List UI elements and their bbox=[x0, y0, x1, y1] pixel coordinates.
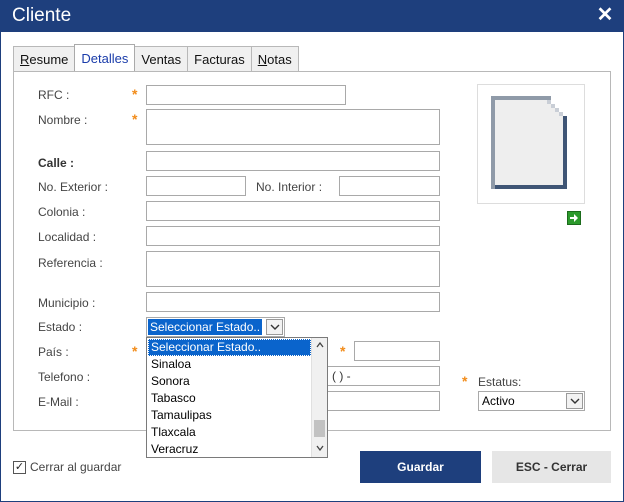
required-mark: * bbox=[340, 343, 346, 359]
localidad-label: Localidad : bbox=[38, 230, 97, 244]
estatus-selected-value: Activo bbox=[482, 394, 515, 408]
telefono-input[interactable]: ( ) - bbox=[328, 366, 440, 386]
telefono-label: Telefono : bbox=[38, 370, 91, 384]
municipio-label: Municipio : bbox=[38, 296, 96, 310]
required-mark: * bbox=[462, 373, 468, 389]
scrollbar-thumb[interactable] bbox=[314, 420, 325, 437]
rfc-input[interactable] bbox=[146, 85, 346, 105]
list-item[interactable]: Seleccionar Estado.. bbox=[148, 339, 311, 356]
estatus-select[interactable]: Activo bbox=[478, 391, 585, 411]
title-bar: Cliente ✕ bbox=[0, 0, 624, 32]
tab-detalles[interactable]: Detalles bbox=[74, 44, 136, 71]
calle-label: Calle : bbox=[38, 156, 75, 170]
tab-notas[interactable]: Notas bbox=[250, 46, 299, 71]
chevron-down-icon[interactable] bbox=[312, 441, 328, 457]
no-interior-label: No. Interior : bbox=[256, 180, 323, 194]
pais-label: País : bbox=[38, 345, 69, 359]
rfc-label: RFC : bbox=[38, 88, 70, 102]
list-item[interactable]: Tlaxcala bbox=[148, 424, 311, 441]
colonia-input[interactable] bbox=[146, 201, 440, 221]
cp-input[interactable] bbox=[354, 341, 440, 361]
save-button[interactable]: Guardar bbox=[360, 451, 481, 483]
tab-ventas[interactable]: Ventas bbox=[134, 46, 189, 71]
list-item[interactable]: Tamaulipas bbox=[148, 407, 311, 424]
close-on-save-checkbox[interactable]: ✓ bbox=[13, 461, 26, 474]
no-exterior-input[interactable] bbox=[146, 176, 246, 196]
municipio-input[interactable] bbox=[146, 292, 440, 312]
chevron-up-icon[interactable] bbox=[312, 338, 328, 354]
estado-label: Estado : bbox=[38, 320, 83, 334]
nombre-input[interactable] bbox=[146, 109, 440, 145]
list-item[interactable]: Sonora bbox=[148, 373, 311, 390]
nombre-label: Nombre : bbox=[38, 113, 88, 127]
tab-bar: Resume Detalles Ventas Facturas Notas bbox=[13, 44, 299, 72]
referencia-input[interactable] bbox=[146, 251, 440, 287]
document-placeholder-icon bbox=[491, 96, 567, 189]
chevron-down-icon[interactable] bbox=[566, 393, 583, 409]
required-mark: * bbox=[132, 343, 138, 359]
colonia-label: Colonia : bbox=[38, 205, 86, 219]
estatus-label: Estatus: bbox=[478, 375, 522, 389]
list-item[interactable]: Tabasco bbox=[148, 390, 311, 407]
phone-mask: ( ) - bbox=[332, 369, 351, 383]
no-interior-input[interactable] bbox=[339, 176, 440, 196]
cancel-button[interactable]: ESC - Cerrar bbox=[492, 451, 611, 483]
close-icon[interactable]: ✕ bbox=[594, 3, 616, 27]
tab-facturas[interactable]: Facturas bbox=[187, 46, 252, 71]
email-input[interactable] bbox=[328, 391, 440, 411]
close-on-save-label: Cerrar al guardar bbox=[30, 460, 122, 474]
estado-select[interactable]: Seleccionar Estado.. bbox=[146, 317, 285, 337]
tab-resume[interactable]: Resume bbox=[13, 46, 76, 71]
photo-frame[interactable] bbox=[477, 84, 585, 204]
email-label: E-Mail : bbox=[38, 395, 79, 409]
list-item[interactable]: Sinaloa bbox=[148, 356, 311, 373]
window-title: Cliente bbox=[12, 5, 72, 26]
list-item[interactable]: Veracruz bbox=[148, 441, 311, 458]
estado-dropdown-list: Seleccionar Estado.. Sinaloa Sonora Taba… bbox=[146, 337, 328, 458]
no-exterior-label: No. Exterior : bbox=[38, 180, 109, 194]
chevron-down-icon[interactable] bbox=[266, 319, 283, 335]
scrollbar[interactable] bbox=[311, 338, 327, 457]
calle-input[interactable] bbox=[146, 151, 440, 171]
estado-selected-value: Seleccionar Estado.. bbox=[148, 319, 263, 335]
localidad-input[interactable] bbox=[146, 226, 440, 246]
required-mark: * bbox=[132, 111, 138, 127]
required-mark: * bbox=[132, 86, 138, 102]
arrow-right-icon[interactable] bbox=[567, 211, 581, 225]
referencia-label: Referencia : bbox=[38, 256, 103, 270]
